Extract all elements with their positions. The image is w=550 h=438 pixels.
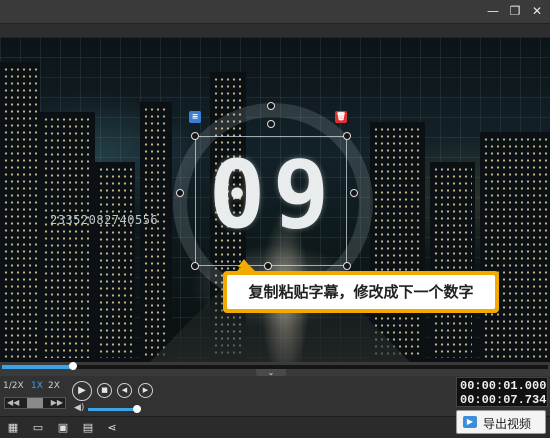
new-project-icon[interactable]: ▦: [6, 421, 20, 435]
delete-icon[interactable]: 🗑: [335, 111, 347, 123]
speed-normal[interactable]: 1X: [31, 381, 43, 391]
title-bar: — ❐ ✕: [0, 0, 550, 24]
stop-button[interactable]: ■: [97, 383, 112, 398]
jog-slider[interactable]: ◀◀ ▶▶: [4, 397, 66, 409]
share-icon[interactable]: ⋖: [105, 421, 119, 435]
building: [370, 122, 425, 362]
building: [40, 112, 95, 362]
forward-icon[interactable]: ▶▶: [51, 398, 63, 408]
building: [0, 62, 40, 362]
counter-digits[interactable]: 0 9: [206, 141, 336, 251]
resize-handle-bottom-left[interactable]: [191, 262, 199, 270]
volume-knob[interactable]: [133, 405, 142, 413]
resize-handle-left[interactable]: [176, 189, 184, 197]
total-time: 00:00:07.734: [460, 393, 547, 407]
resize-handle-bottom[interactable]: [264, 262, 272, 270]
restore-icon[interactable]: ❐: [507, 3, 523, 19]
building: [430, 162, 475, 362]
current-time: 00:00:01.000: [460, 379, 547, 393]
settings-icon[interactable]: ▤: [81, 421, 95, 435]
resize-handle-top[interactable]: [267, 120, 275, 128]
speed-double[interactable]: 2X: [48, 381, 60, 391]
background-number-text: 23352082740556: [50, 213, 159, 227]
save-icon[interactable]: ▣: [56, 421, 70, 435]
export-video-label: 导出视频: [483, 417, 532, 431]
volume-level: [88, 408, 138, 411]
video-preview[interactable]: 23352082740556 0 9 ≡ 🗑 复制粘贴字幕，修改成下一个数字: [0, 37, 550, 362]
volume-slider[interactable]: [88, 405, 142, 413]
play-button[interactable]: ▶: [72, 381, 92, 401]
previous-frame-button[interactable]: ◀: [117, 383, 132, 398]
hint-tooltip: 复制粘贴字幕，修改成下一个数字: [223, 262, 499, 313]
export-video-button[interactable]: ▶ 导出视频: [456, 410, 546, 434]
resize-handle-right[interactable]: [350, 189, 358, 197]
volume-icon[interactable]: ◀): [74, 403, 84, 413]
rotate-handle[interactable]: [267, 102, 275, 110]
timeline-progress: [2, 365, 73, 369]
building: [95, 162, 135, 362]
hint-tooltip-text: 复制粘贴字幕，修改成下一个数字: [227, 275, 495, 309]
timeline-bar: ⌄: [0, 362, 550, 377]
open-folder-icon[interactable]: ▭: [31, 421, 45, 435]
close-icon[interactable]: ✕: [529, 3, 545, 19]
export-icon: ▶: [463, 416, 477, 428]
counter-digit-ones: 9: [272, 141, 330, 250]
rewind-icon[interactable]: ◀◀: [7, 398, 19, 408]
minimize-icon[interactable]: —: [485, 3, 501, 19]
timeline-playhead[interactable]: [68, 362, 77, 370]
speed-half[interactable]: 1/2X: [3, 381, 24, 391]
resize-handle-top-left[interactable]: [191, 132, 199, 140]
counter-digit-tens: 0: [208, 141, 266, 250]
jog-knob[interactable]: [27, 398, 43, 408]
time-display: 00:00:01.000 00:00:07.734: [456, 377, 548, 407]
resize-handle-bottom-right[interactable]: [343, 262, 351, 270]
building: [480, 132, 550, 362]
video-editor-window: — ❐ ✕ 23352082740556 0 9 ≡ 🗑 复制粘贴字幕，修改成下…: [0, 0, 550, 438]
menu-icon[interactable]: ≡: [189, 111, 201, 123]
next-frame-button[interactable]: ▶: [138, 383, 153, 398]
building: [140, 102, 172, 362]
resize-handle-top-right[interactable]: [343, 132, 351, 140]
